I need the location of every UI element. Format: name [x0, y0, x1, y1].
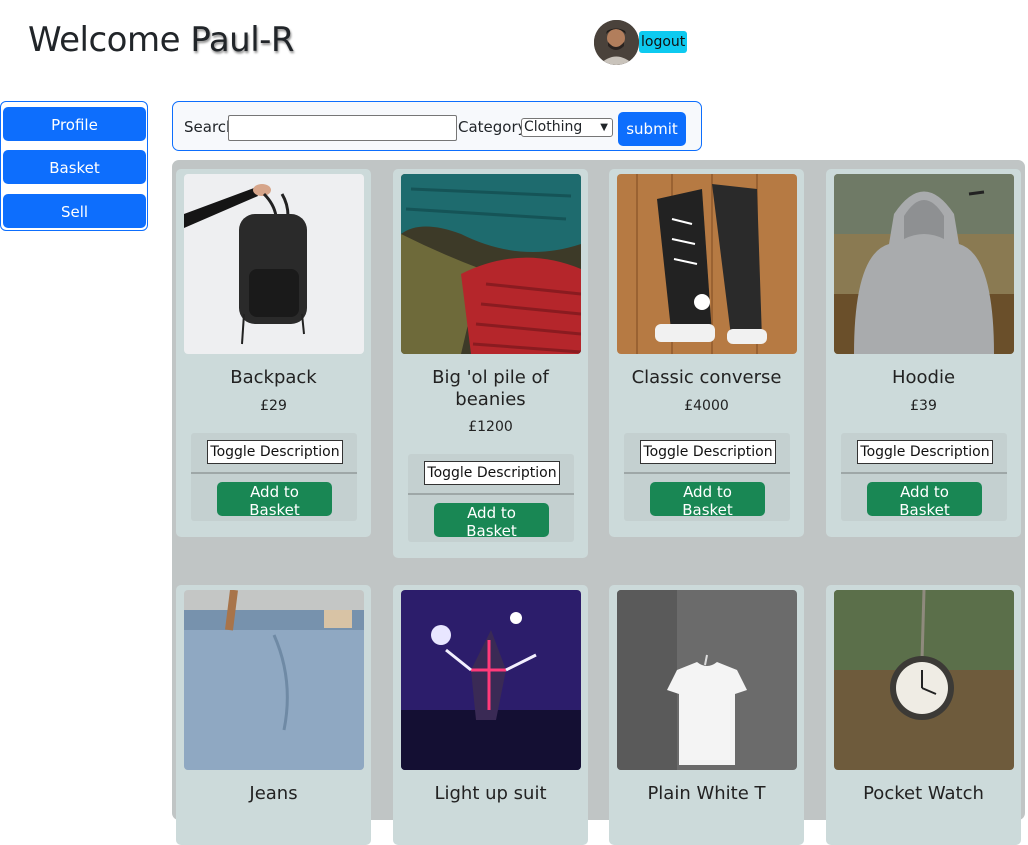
chevron-down-icon: ▼: [600, 122, 608, 133]
submit-button[interactable]: submit: [618, 112, 686, 146]
jeans-photo: [184, 590, 364, 770]
product-card: Classic converse £4000 Toggle Descriptio…: [609, 169, 804, 537]
product-title: Hoodie: [891, 367, 956, 388]
product-card: Hoodie £39 Toggle Description Add to Bas…: [826, 169, 1021, 537]
product-actions: Toggle Description Add to Basket: [624, 433, 790, 521]
product-title: Plain White T: [647, 783, 766, 804]
product-card: Jeans: [176, 585, 371, 845]
toggle-description-button[interactable]: Toggle Description: [207, 440, 343, 464]
product-price: £4000: [684, 398, 729, 414]
product-actions: Toggle Description Add to Basket: [408, 454, 574, 542]
beanies-photo: [401, 174, 581, 354]
product-card: Plain White T: [609, 585, 804, 845]
divider: [841, 472, 1007, 474]
divider: [191, 472, 357, 474]
category-selected: Clothing: [524, 119, 583, 135]
pocket-watch-photo: [834, 590, 1014, 770]
category-select[interactable]: Clothing ▼: [521, 118, 613, 137]
backpack-photo: [184, 174, 364, 354]
add-to-basket-button[interactable]: Add to Basket: [434, 503, 549, 540]
welcome-text: Welcome: [28, 20, 181, 60]
search-input[interactable]: [228, 115, 457, 141]
product-card: Big 'ol pile of beanies £1200 Toggle Des…: [393, 169, 588, 558]
username: Paul-R: [190, 20, 295, 60]
product-price: £39: [910, 398, 937, 414]
light-suit-photo: [401, 590, 581, 770]
hoodie-photo: [834, 174, 1014, 354]
add-to-basket-button[interactable]: Add to Basket: [217, 482, 332, 519]
product-card: Backpack £29 Toggle Description Add to B…: [176, 169, 371, 537]
category-label: Category:: [458, 118, 531, 136]
avatar[interactable]: [594, 20, 639, 65]
white-tshirt-photo: [617, 590, 797, 770]
product-actions: Toggle Description Add to Basket: [191, 433, 357, 521]
converse-photo: [617, 174, 797, 354]
product-title: Big 'ol pile of beanies: [432, 367, 549, 410]
product-title: Jeans: [249, 783, 298, 804]
divider: [624, 472, 790, 474]
product-title: Pocket Watch: [863, 783, 984, 804]
toggle-description-button[interactable]: Toggle Description: [857, 440, 993, 464]
welcome-heading: Welcome Paul-R: [28, 20, 295, 60]
add-to-basket-button[interactable]: Add to Basket: [867, 482, 982, 519]
toggle-description-button[interactable]: Toggle Description: [424, 461, 560, 485]
product-title: Light up suit: [434, 783, 547, 804]
product-card: Light up suit: [393, 585, 588, 845]
product-grid: Backpack £29 Toggle Description Add to B…: [172, 160, 1025, 845]
sidebar-item-basket[interactable]: Basket: [3, 150, 146, 184]
search-form: Search Category: Clothing ▼ submit: [172, 101, 702, 151]
divider: [408, 493, 574, 495]
product-title: Classic converse: [631, 367, 782, 388]
sidebar: Profile Basket Sell: [0, 101, 148, 231]
toggle-description-button[interactable]: Toggle Description: [640, 440, 776, 464]
add-to-basket-button[interactable]: Add to Basket: [650, 482, 765, 519]
product-actions: Toggle Description Add to Basket: [841, 433, 1007, 521]
product-title: Backpack: [230, 367, 317, 388]
product-price: £1200: [468, 419, 513, 435]
sidebar-item-sell[interactable]: Sell: [3, 194, 146, 228]
logout-button[interactable]: logout: [639, 31, 688, 53]
product-card: Pocket Watch: [826, 585, 1021, 845]
sidebar-item-profile[interactable]: Profile: [3, 107, 146, 141]
product-price: £29: [260, 398, 287, 414]
